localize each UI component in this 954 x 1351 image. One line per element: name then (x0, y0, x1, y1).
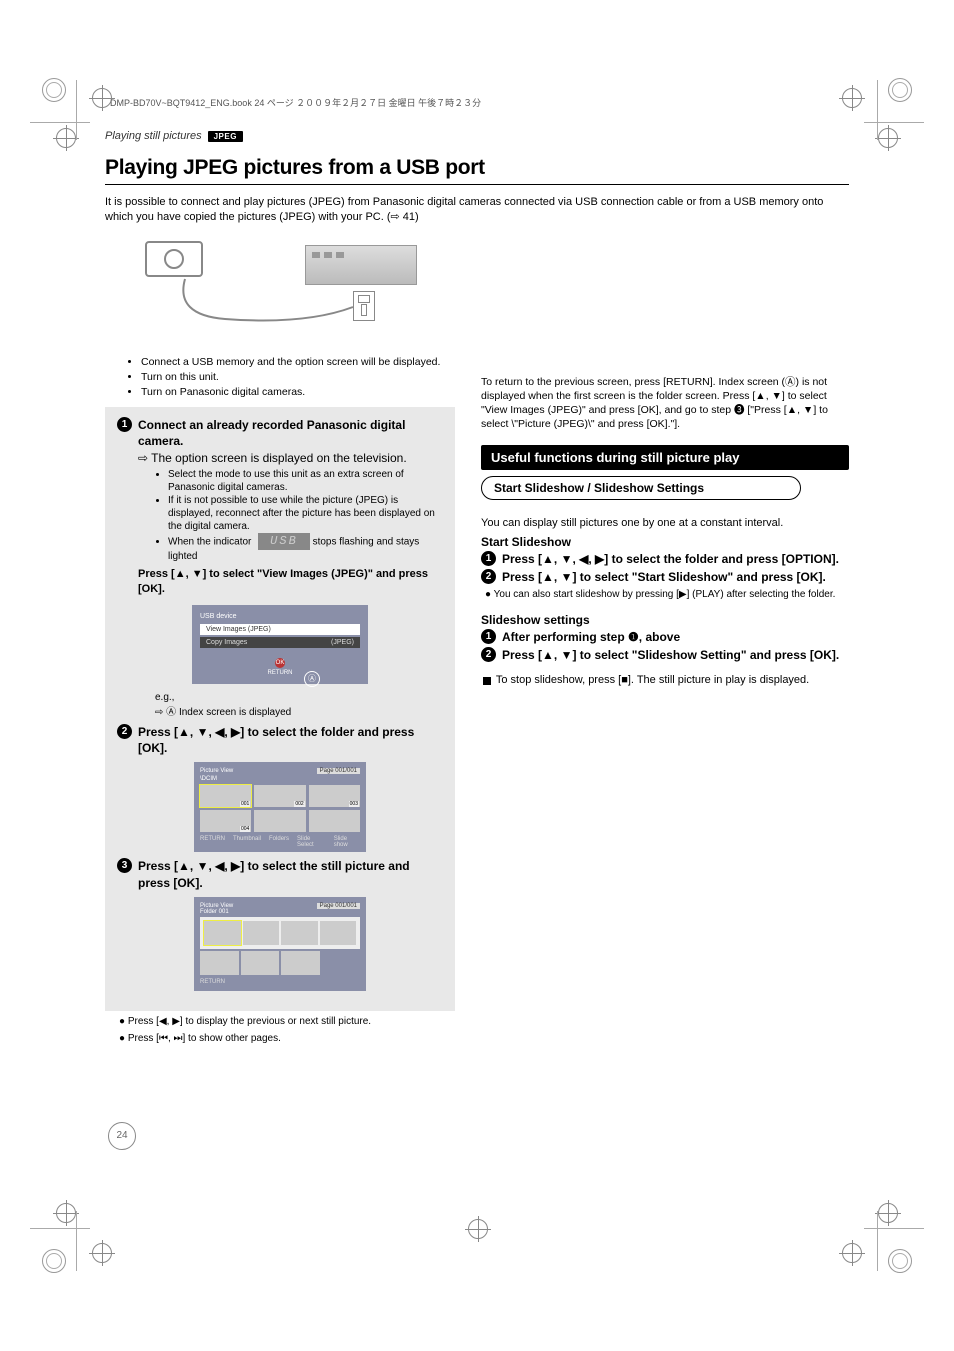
intro-text: It is possible to connect and play pictu… (105, 195, 849, 225)
stop-note: To stop slideshow, press [■]. The still … (481, 673, 849, 688)
section-header: Useful functions during still picture pl… (481, 445, 849, 470)
print-header: DMP-BD70V~BQT9412_ENG.book 24 ページ ２００９年２… (110, 96, 481, 109)
step-2-title: Press [▲, ▼, ◀, ▶] to select the folder … (138, 725, 414, 755)
step-3-title: Press [▲, ▼, ◀, ▶] to select the still p… (138, 859, 410, 889)
picture-view-screen: Picture View Page 001/001 Folder 001 RET… (194, 897, 366, 991)
option-screen: USB device View Images (JPEG) Copy Image… (192, 605, 368, 684)
sub2-step2-bullet: 2 (481, 647, 496, 662)
sub1-step1-bullet: 1 (481, 551, 496, 566)
connection-illustration (125, 241, 425, 351)
right-note: To return to the previous screen, press … (481, 375, 849, 432)
callout-a: Ⓐ (304, 671, 320, 687)
footnote-2: ● Press [⏮, ⏭] to show other pages. (119, 1032, 455, 1045)
jpeg-badge: JPEG (208, 131, 243, 142)
steps-box: 1 Connect an already recorded Panasonic … (105, 407, 455, 1011)
subsection-pill: Start Slideshow / Slideshow Settings (481, 476, 801, 500)
running-head: Playing still pictures (105, 130, 202, 142)
step-2-bullet: 2 (117, 724, 132, 739)
step-3-bullet: 3 (117, 858, 132, 873)
camera-icon (145, 241, 203, 277)
usb-indicator-icon: USB (258, 533, 310, 551)
footnote-1: ● Press [◀, ▶] to display the previous o… (119, 1015, 455, 1028)
page-title: Playing JPEG pictures from a USB port (105, 156, 849, 180)
start-slideshow-head: Start Slideshow (481, 535, 849, 549)
callout-a-inline: Ⓐ (166, 707, 176, 718)
stop-icon (483, 677, 491, 685)
slideshow-intro: You can display still pictures one by on… (481, 516, 849, 531)
page-number: 24 (108, 1122, 136, 1150)
preparation-bullets: Connect a USB memory and the option scre… (141, 355, 455, 400)
step-1-title: Connect an already recorded Panasonic di… (138, 418, 405, 448)
folder-screen: Picture View Page 001/001 \DCIM 001 002 … (194, 762, 366, 852)
slideshow-settings-head: Slideshow settings (481, 613, 849, 627)
sub1-step2-bullet: 2 (481, 569, 496, 584)
sub2-step1-bullet: 1 (481, 629, 496, 644)
usb-plug-icon (353, 291, 375, 321)
step-1-action: Press [▲, ▼] to select "View Images (JPE… (138, 568, 428, 595)
step-1-bullet: 1 (117, 417, 132, 432)
step-1-sub: ⇨ The option screen is displayed on the … (138, 451, 407, 465)
